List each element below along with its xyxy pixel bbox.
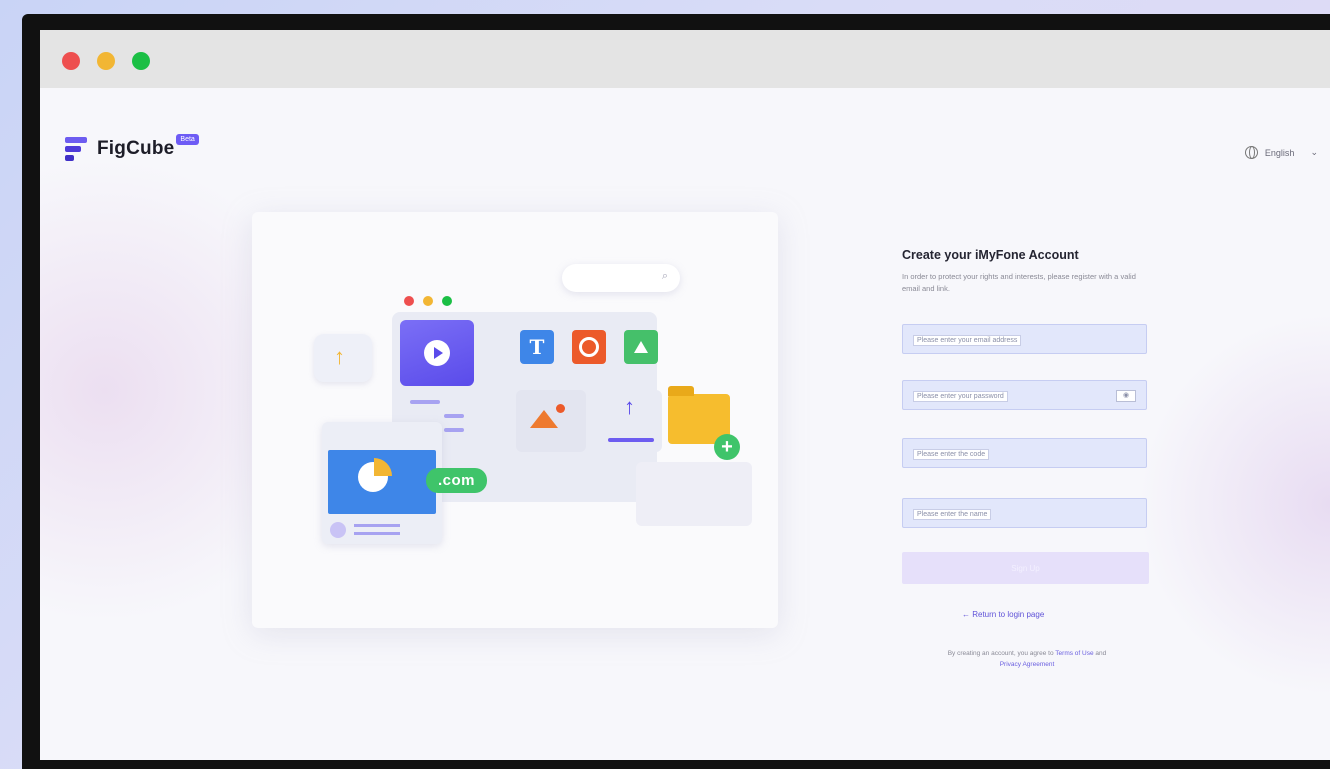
email-field[interactable]: Please enter your email address [902, 324, 1147, 354]
eye-icon[interactable]: ◉ [1116, 390, 1136, 402]
close-window-button[interactable] [62, 52, 80, 70]
domain-badge: .com [426, 468, 488, 493]
zoom-window-button[interactable] [132, 52, 150, 70]
globe-icon [1244, 146, 1258, 159]
illustration-upload-cloud: ↑ [314, 334, 372, 382]
terms-prefix: By creating an account, you agree to [947, 650, 1054, 657]
triangle-tool-icon [624, 330, 658, 364]
name-field[interactable]: Please enter the name [902, 498, 1147, 528]
return-to-login-link[interactable]: ← Return to login page [962, 610, 1044, 619]
page-content: FigCube Beta English ⌄ ⌕ ↑ T ↑ + .com Cr… [40, 88, 1330, 760]
email-placeholder: Please enter your email address [913, 335, 1022, 346]
code-field[interactable]: Please enter the code [902, 438, 1147, 468]
language-label: English [1264, 147, 1295, 158]
circle-tool-icon [572, 330, 606, 364]
chevron-down-icon: ⌄ [1310, 147, 1318, 157]
terms-of-use-link[interactable]: Terms of Use [1055, 650, 1093, 657]
illustration-faded-card [636, 462, 752, 526]
window-titlebar [40, 30, 1330, 88]
image-icon [530, 410, 558, 428]
text-tool-icon: T [520, 330, 554, 364]
language-selector[interactable]: English ⌄ [1244, 146, 1318, 159]
signup-form: Create your iMyFone Account In order to … [902, 248, 1152, 668]
upload-arrow-icon: ↑ [334, 344, 345, 369]
form-title: Create your iMyFone Account [902, 248, 1079, 262]
upload-arrow-icon-2: ↑ [624, 394, 635, 419]
illustration-search-bar: ⌕ [562, 264, 680, 292]
illustration-video-card [400, 320, 474, 386]
add-icon: + [714, 434, 740, 460]
terms-and: and [1095, 650, 1107, 657]
image-tile [516, 390, 586, 452]
minimize-window-button[interactable] [97, 52, 115, 70]
avatar-placeholder [330, 522, 346, 538]
name-placeholder: Please enter the name [913, 509, 992, 520]
figcube-logo-icon [65, 136, 89, 162]
browser-window: FigCube Beta English ⌄ ⌕ ↑ T ↑ + .com Cr… [40, 30, 1330, 760]
brand-logo[interactable]: FigCube Beta [65, 133, 199, 162]
brand-name: FigCube [97, 138, 175, 159]
form-subtitle: In order to protect your rights and inte… [902, 272, 1136, 293]
password-placeholder: Please enter your password [913, 391, 1008, 402]
privacy-agreement-link[interactable]: Privacy Agreement [1000, 661, 1055, 668]
password-field[interactable]: Please enter your password ◉ [902, 380, 1147, 410]
beta-badge: Beta [176, 133, 199, 145]
illustration-chart-window [322, 422, 442, 544]
search-icon: ⌕ [661, 270, 668, 282]
code-placeholder: Please enter the code [913, 449, 990, 460]
terms-notice: By creating an account, you agree to Ter… [902, 648, 1152, 670]
hero-illustration: ⌕ ↑ T ↑ + .com [252, 212, 778, 628]
sign-up-button[interactable]: Sign Up [902, 552, 1149, 584]
upload-tile: ↑ [602, 390, 662, 452]
